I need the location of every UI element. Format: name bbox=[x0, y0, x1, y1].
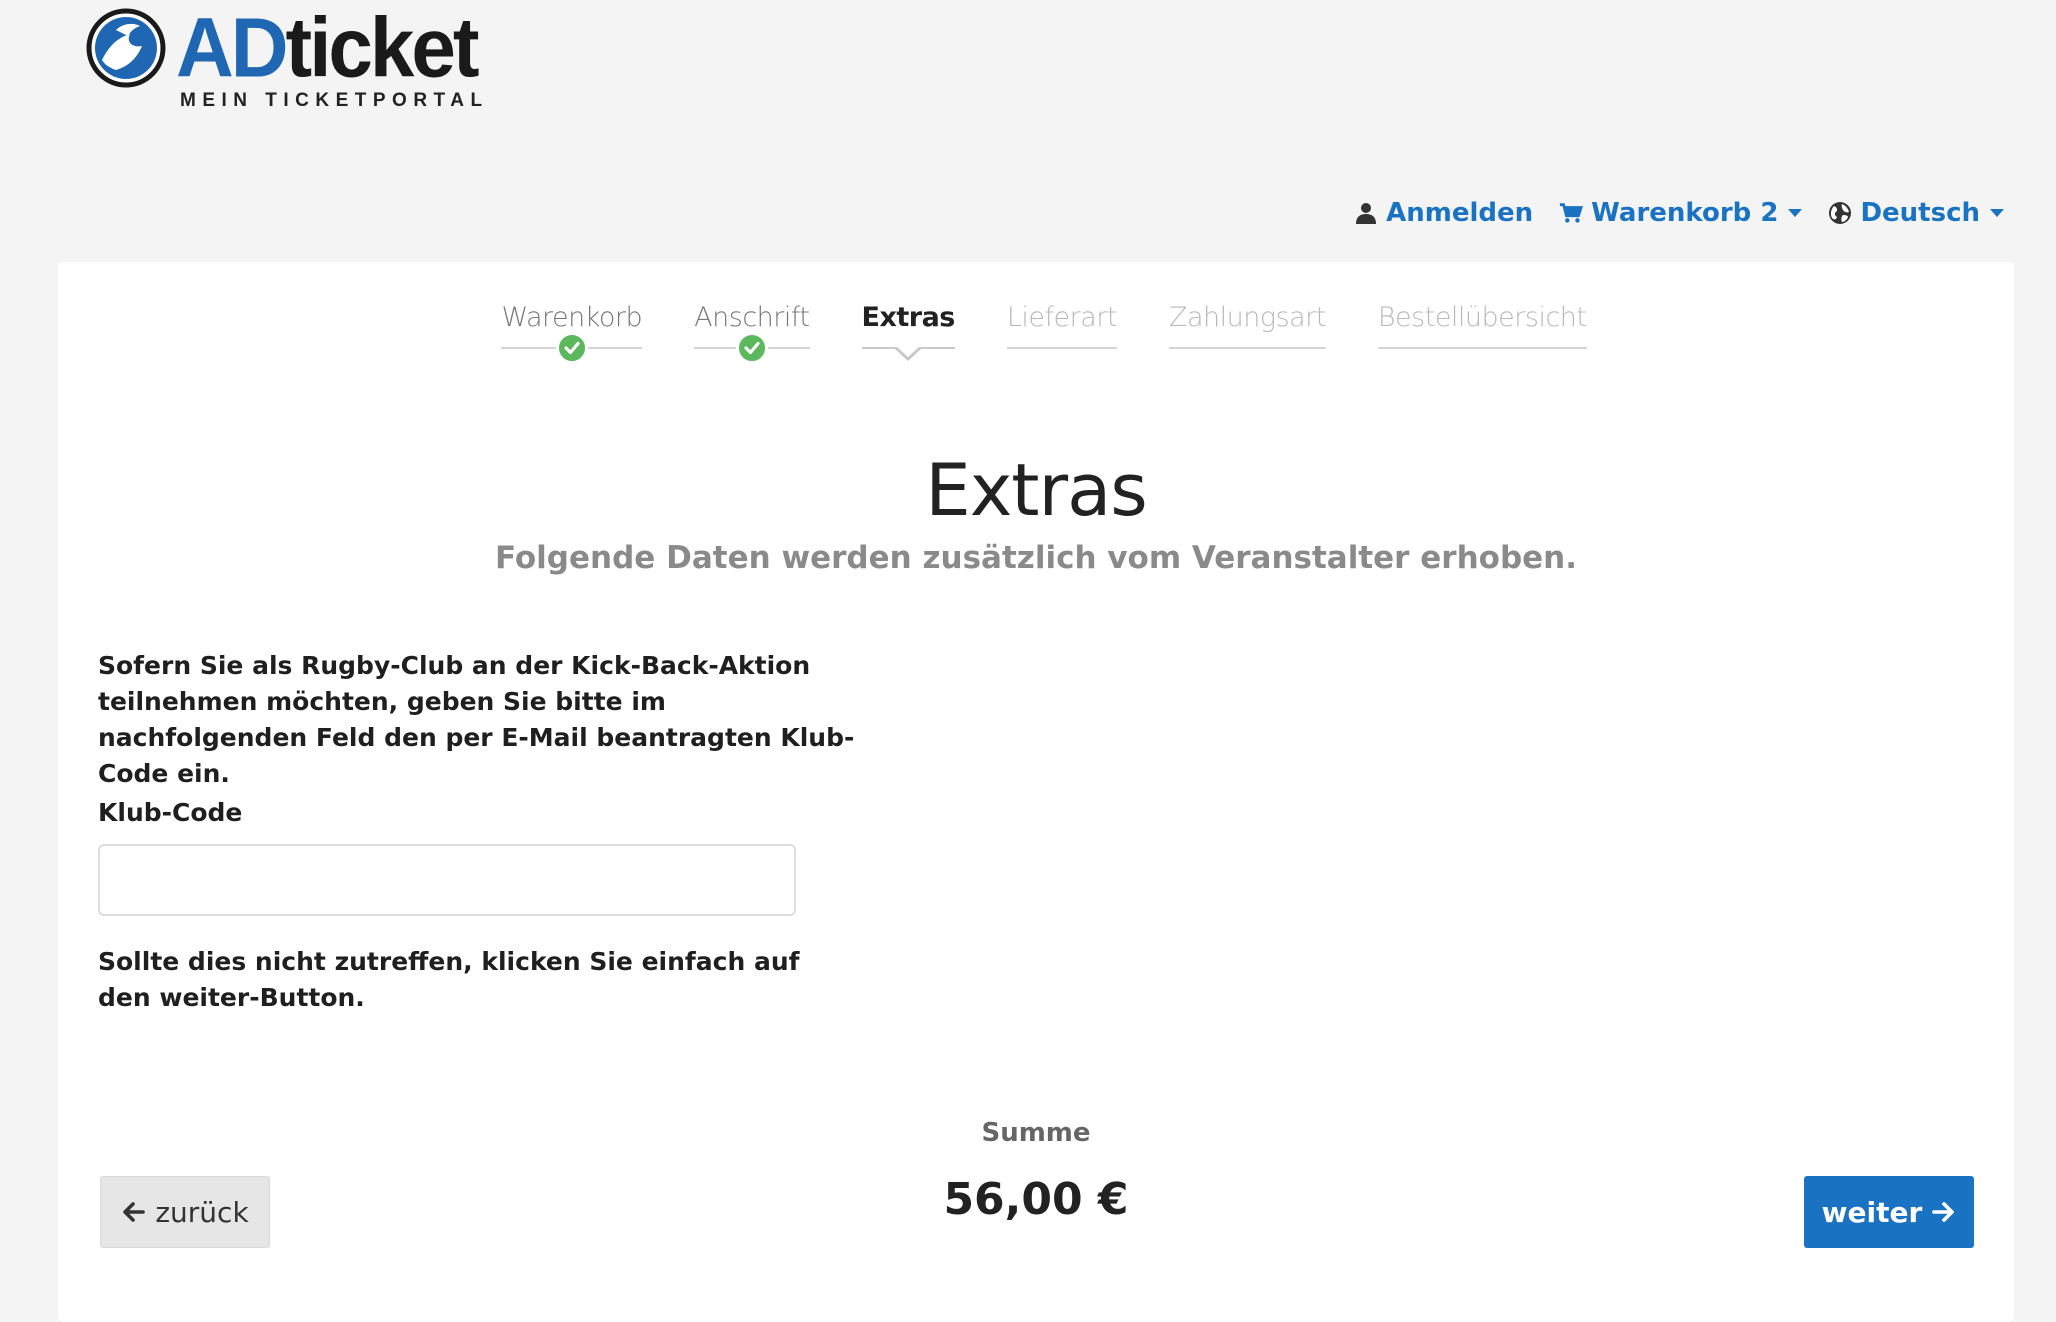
step-label: Zahlungsart bbox=[1168, 302, 1326, 333]
step-warenkorb[interactable]: Warenkorb bbox=[501, 302, 643, 364]
step-label: Lieferart bbox=[1006, 302, 1118, 333]
logo-text-ticket: ticket bbox=[285, 0, 480, 95]
step-anschrift[interactable]: Anschrift bbox=[694, 302, 810, 364]
step-label: Warenkorb bbox=[501, 302, 643, 333]
checkout-card: Warenkorb Anschrift Extras Lieferart Zah… bbox=[58, 262, 2014, 1322]
logo[interactable]: ADticket MEIN TICKETPORTAL bbox=[86, 5, 489, 112]
logo-text-ad: AD bbox=[176, 0, 289, 95]
cart-dropdown[interactable]: Warenkorb 2 bbox=[1559, 198, 1803, 228]
check-icon bbox=[735, 332, 768, 364]
next-button[interactable]: weiter bbox=[1804, 1176, 1974, 1248]
club-code-intro-text: Sofern Sie als Rugby-Club an der Kick-Ba… bbox=[98, 651, 855, 788]
chevron-down-icon bbox=[1990, 209, 2004, 217]
step-lieferart: Lieferart bbox=[1006, 302, 1118, 349]
total-label: Summe bbox=[981, 1118, 1091, 1148]
club-code-label: Klub-Code bbox=[98, 798, 243, 827]
cart-icon bbox=[1560, 203, 1584, 223]
step-label: Anschrift bbox=[694, 302, 810, 333]
arrow-left-icon bbox=[123, 1202, 146, 1222]
page-subtitle: Folgende Daten werden zusätzlich vom Ver… bbox=[494, 540, 1578, 576]
login-link[interactable]: Anmelden bbox=[1354, 198, 1533, 228]
skip-note-text: Sollte dies nicht zutreffen, klicken Sie… bbox=[98, 947, 800, 1012]
active-step-pointer-icon bbox=[895, 347, 922, 361]
step-extras: Extras bbox=[861, 302, 956, 361]
page-title: Extras bbox=[925, 448, 1148, 532]
step-label: Extras bbox=[861, 302, 956, 333]
step-bestelluebersicht: Bestellübersicht bbox=[1377, 302, 1587, 349]
user-icon bbox=[1356, 203, 1377, 224]
logo-icon bbox=[86, 8, 166, 88]
globe-icon bbox=[1829, 202, 1852, 224]
chevron-down-icon bbox=[1788, 209, 1803, 217]
top-navigation: Anmelden Warenkorb 2 Deutsch bbox=[1354, 198, 2004, 228]
check-icon bbox=[555, 332, 588, 364]
step-zahlungsart: Zahlungsart bbox=[1168, 302, 1326, 349]
arrow-right-icon bbox=[1932, 1202, 1955, 1222]
language-dropdown[interactable]: Deutsch bbox=[1828, 198, 2004, 228]
back-button[interactable]: zurück bbox=[100, 1176, 270, 1248]
next-button-label: weiter bbox=[1821, 1195, 1923, 1229]
language-label: Deutsch bbox=[1860, 198, 1980, 228]
checkout-steps: Warenkorb Anschrift Extras Lieferart Zah… bbox=[58, 302, 2014, 364]
club-code-input[interactable] bbox=[98, 844, 796, 916]
step-label: Bestellübersicht bbox=[1377, 302, 1587, 333]
cart-label: Warenkorb 2 bbox=[1591, 198, 1779, 228]
total-value: 56,00 € bbox=[943, 1174, 1129, 1225]
login-label: Anmelden bbox=[1386, 198, 1534, 228]
back-button-label: zurück bbox=[155, 1195, 249, 1229]
